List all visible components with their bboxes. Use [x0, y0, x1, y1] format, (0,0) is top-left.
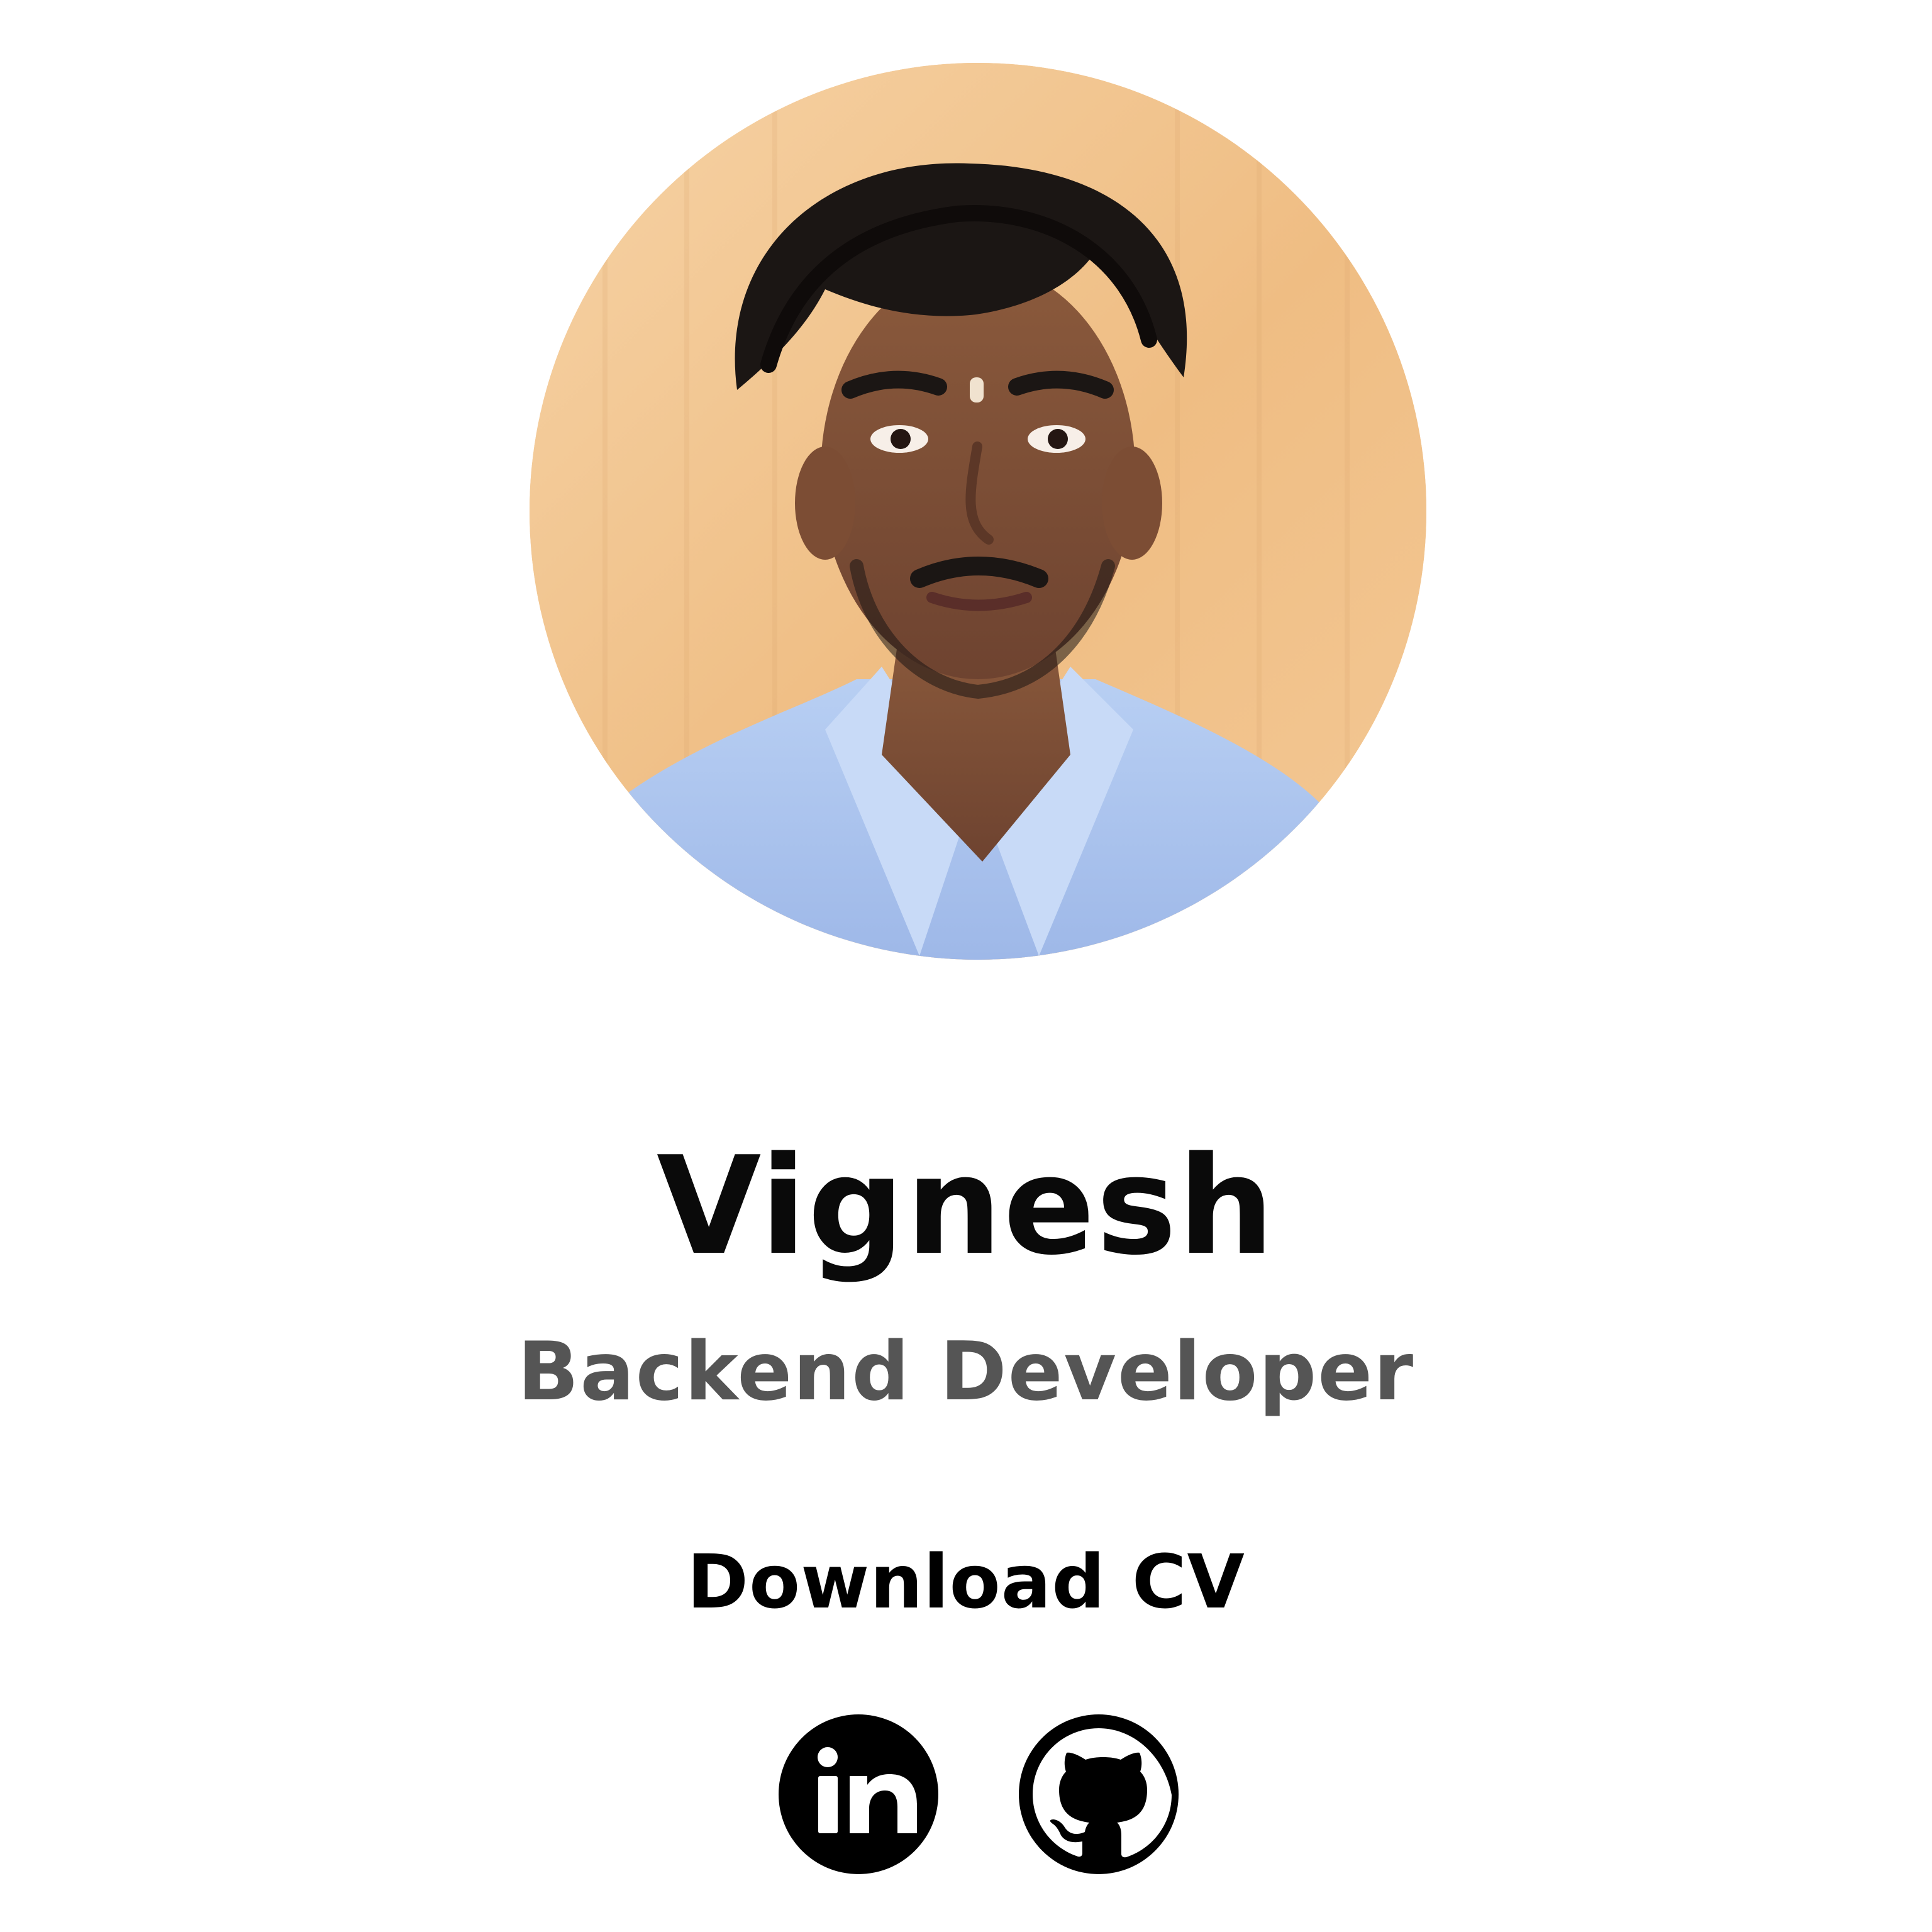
linkedin-icon — [779, 1714, 938, 1874]
profile-name: Vignesh — [656, 1127, 1276, 1285]
linkedin-link[interactable] — [779, 1714, 938, 1874]
github-link[interactable] — [1019, 1714, 1179, 1874]
profile-photo — [530, 63, 1426, 960]
download-cv-button[interactable]: Download CV — [652, 1528, 1280, 1635]
github-icon — [1019, 1714, 1179, 1874]
profile-role: Backend Developer — [517, 1325, 1415, 1419]
